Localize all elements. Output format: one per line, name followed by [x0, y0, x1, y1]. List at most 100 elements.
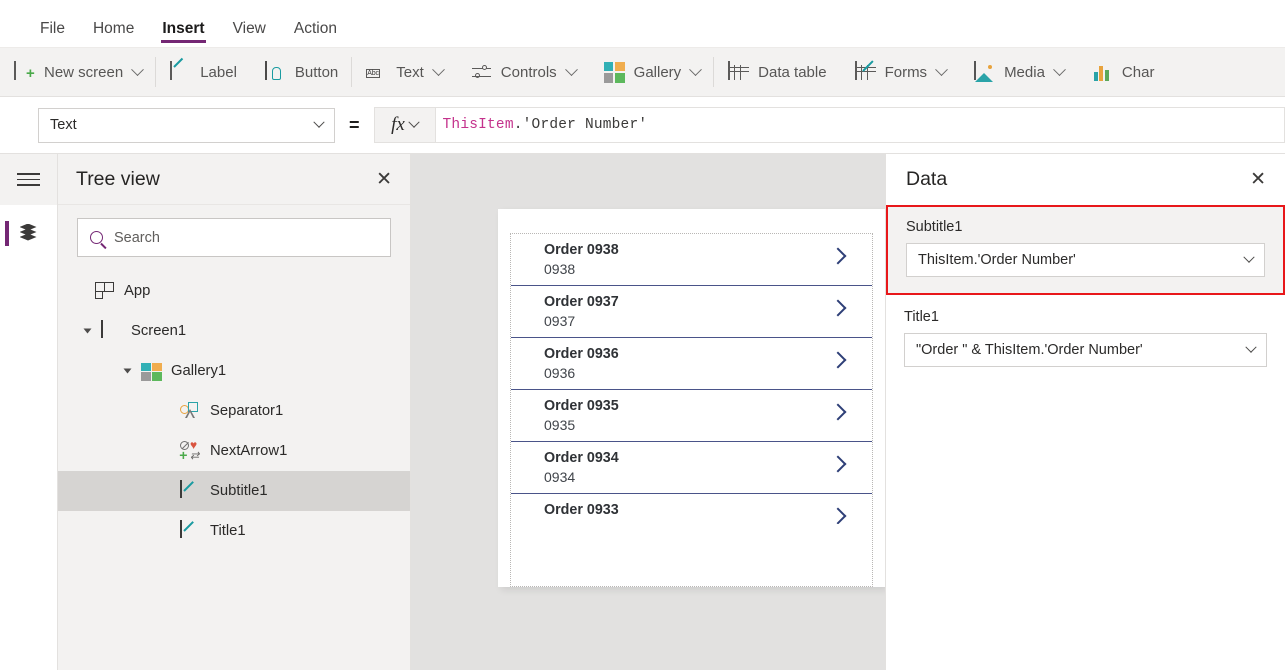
- tree-node-screen1[interactable]: Screen1: [58, 311, 410, 351]
- ribbon-controls[interactable]: Controls: [457, 48, 590, 96]
- data-field-label: Title1: [904, 309, 1267, 325]
- ribbon-forms[interactable]: Forms: [841, 48, 961, 96]
- tree-node-app[interactable]: App: [58, 271, 410, 311]
- property-dropdown-value: Text: [50, 117, 77, 133]
- formula-rest-token: .'Order Number': [514, 117, 648, 133]
- data-panel: Data ✕ Subtitle1 ThisItem.'Order Number'…: [885, 154, 1285, 670]
- hamburger-menu-button[interactable]: [0, 154, 57, 205]
- ribbon-charts[interactable]: Char: [1078, 48, 1169, 96]
- chevron-down-icon: [408, 117, 419, 128]
- gallery-row[interactable]: Order 0933: [511, 494, 872, 524]
- gallery-row[interactable]: Order 0934 0934: [511, 442, 872, 494]
- menu-item-file[interactable]: File: [26, 21, 79, 48]
- twisty-screen1[interactable]: [80, 327, 94, 335]
- gallery-row-subtitle: 0935: [544, 416, 872, 435]
- tree-node-nextarrow1[interactable]: ♥+⇄ NextArrow1: [58, 431, 410, 471]
- twisty-gallery1[interactable]: [120, 367, 134, 375]
- app-canvas[interactable]: Order 0938 0938 Order 0937 0937 Order 09…: [411, 154, 885, 670]
- ribbon-controls-label: Controls: [501, 64, 557, 81]
- data-field-subtitle1: Subtitle1 ThisItem.'Order Number': [886, 205, 1285, 295]
- button-icon: [265, 62, 286, 83]
- controls-sliders-icon: [471, 62, 492, 83]
- data-field-dropdown[interactable]: ThisItem.'Order Number': [906, 243, 1265, 277]
- sidebar-item-tree-view[interactable]: [0, 205, 57, 262]
- search-input[interactable]: Search: [77, 218, 391, 257]
- chevron-expanded-icon: [123, 369, 131, 374]
- data-field-value: ThisItem.'Order Number': [918, 252, 1076, 268]
- gallery-row-title: Order 0937: [544, 293, 872, 312]
- close-icon[interactable]: ✕: [376, 170, 392, 189]
- tree-node-subtitle1[interactable]: Subtitle1: [58, 471, 410, 511]
- tree-node-label: NextArrow1: [210, 443, 287, 459]
- ribbon-new-screen[interactable]: New screen: [0, 48, 156, 96]
- tree-view-layers-icon: [17, 224, 41, 244]
- tree-search-wrap: Search: [58, 205, 410, 271]
- gallery-row[interactable]: Order 0938 0938: [511, 234, 872, 286]
- menu-item-view[interactable]: View: [219, 21, 280, 48]
- chevron-expanded-icon: [83, 329, 91, 334]
- media-image-icon: [974, 62, 995, 83]
- gallery-row[interactable]: Order 0937 0937: [511, 286, 872, 338]
- gallery-row-title: Order 0934: [544, 449, 872, 468]
- ribbon-label[interactable]: Label: [156, 48, 251, 96]
- insert-ribbon: New screen Label Button Abc Text Control…: [0, 48, 1285, 97]
- close-icon[interactable]: ✕: [1250, 170, 1266, 189]
- tree-view-header: Tree view ✕: [58, 154, 410, 205]
- tree-node-gallery1[interactable]: Gallery1: [58, 351, 410, 391]
- next-arrow-icon: ♥+⇄: [180, 441, 201, 462]
- tree-node-separator1[interactable]: Separator1: [58, 391, 410, 431]
- menu-item-home[interactable]: Home: [79, 21, 148, 48]
- gallery-row[interactable]: Order 0936 0936: [511, 338, 872, 390]
- ribbon-data-table[interactable]: Data table: [714, 48, 840, 96]
- data-field-dropdown[interactable]: "Order " & ThisItem.'Order Number': [904, 333, 1267, 367]
- ribbon-text-label: Text: [396, 64, 424, 81]
- app-icon: [94, 281, 115, 302]
- chevron-down-icon: [565, 63, 578, 76]
- ribbon-button[interactable]: Button: [251, 48, 352, 96]
- new-screen-icon: [14, 62, 35, 83]
- text-abc-icon: Abc: [366, 62, 387, 83]
- ribbon-button-label: Button: [295, 64, 338, 81]
- ribbon-label-label: Label: [200, 64, 237, 81]
- tree-node-list: App Screen1 Gallery1 Separ: [58, 271, 410, 670]
- ribbon-gallery[interactable]: Gallery: [590, 48, 715, 96]
- gallery-row[interactable]: Order 0935 0935: [511, 390, 872, 442]
- search-icon: [90, 231, 103, 244]
- formula-bar: Text = fx ThisItem.'Order Number': [0, 97, 1285, 154]
- label-pencil-icon: [170, 62, 191, 83]
- ribbon-forms-label: Forms: [885, 64, 928, 81]
- fx-button[interactable]: fx: [374, 107, 436, 143]
- chevron-down-icon: [1053, 63, 1066, 76]
- gallery-control[interactable]: Order 0938 0938 Order 0937 0937 Order 09…: [510, 233, 873, 587]
- screen-preview[interactable]: Order 0938 0938 Order 0937 0937 Order 09…: [498, 209, 885, 587]
- tree-view-panel: Tree view ✕ Search App Screen1: [58, 154, 411, 670]
- tree-node-label: App: [124, 283, 150, 299]
- tree-node-label: Gallery1: [171, 363, 226, 379]
- tree-node-title1[interactable]: Title1: [58, 511, 410, 551]
- ribbon-text[interactable]: Abc Text: [352, 48, 457, 96]
- gallery-icon: [141, 363, 162, 381]
- gallery-row-title: Order 0933: [544, 501, 872, 520]
- menu-item-action[interactable]: Action: [280, 21, 351, 48]
- chevron-down-icon: [131, 63, 144, 76]
- screen-icon: [101, 321, 122, 342]
- tree-node-label: Screen1: [131, 323, 186, 339]
- property-dropdown[interactable]: Text: [38, 108, 335, 143]
- gallery-row-subtitle: 0936: [544, 364, 872, 383]
- gallery-row-title: Order 0938: [544, 241, 872, 260]
- formula-input[interactable]: ThisItem.'Order Number': [436, 107, 1285, 143]
- ribbon-data-table-label: Data table: [758, 64, 826, 81]
- ribbon-gallery-label: Gallery: [634, 64, 682, 81]
- gallery-row-subtitle: 0937: [544, 312, 872, 331]
- menu-bar: File Home Insert View Action: [0, 0, 1285, 48]
- data-panel-header: Data ✕: [886, 154, 1285, 205]
- data-panel-title: Data: [906, 168, 947, 191]
- ribbon-media[interactable]: Media: [960, 48, 1078, 96]
- charts-bar-icon: [1092, 62, 1113, 83]
- tree-node-label: Title1: [210, 523, 246, 539]
- gallery-squares-icon: [604, 62, 625, 83]
- gallery-row-title: Order 0935: [544, 397, 872, 416]
- menu-item-insert[interactable]: Insert: [148, 21, 218, 48]
- fx-label: fx: [391, 114, 405, 136]
- chevron-down-icon: [935, 63, 948, 76]
